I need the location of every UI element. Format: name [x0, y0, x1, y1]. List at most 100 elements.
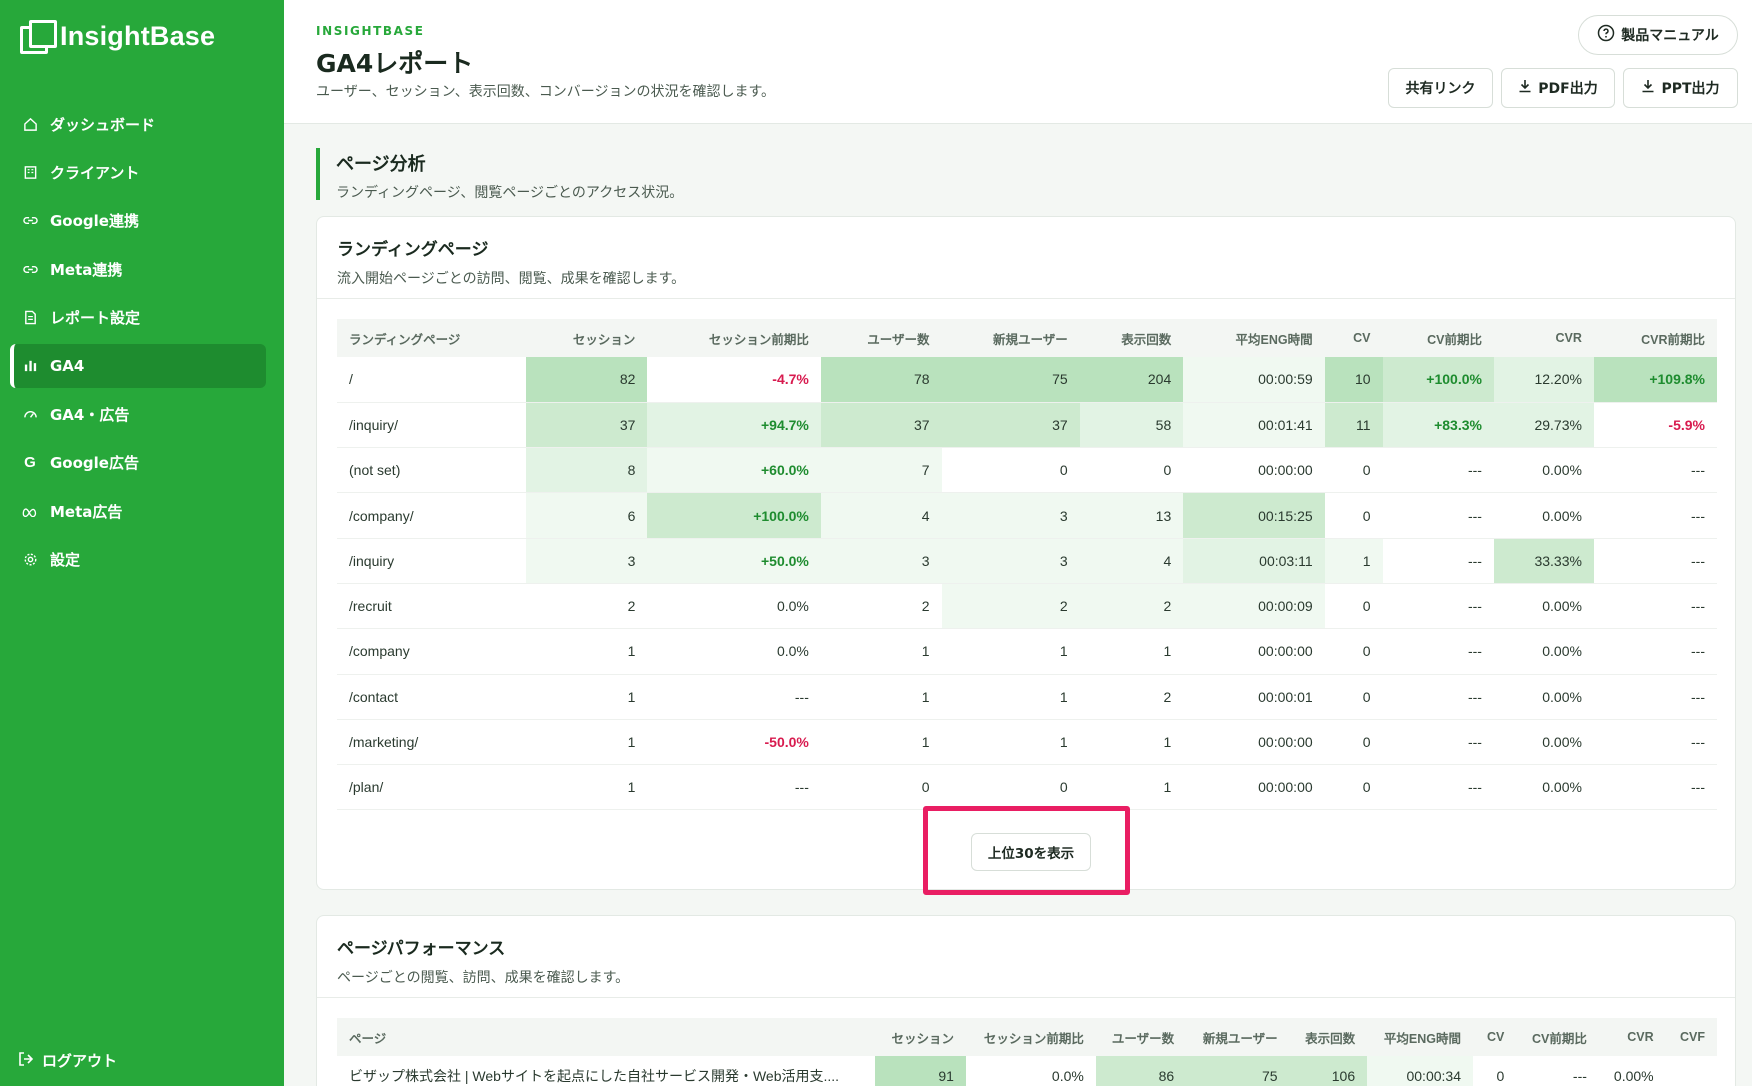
table-cell: --- [1593, 719, 1717, 766]
table-cell: 33.33% [1493, 538, 1594, 584]
table-cell: 29.73% [1493, 402, 1594, 449]
sidebar-item-8[interactable]: Meta広告 [10, 489, 266, 533]
table-cell: 1 [820, 628, 942, 675]
sidebar: InsightBase ダッシュボード クライアント Google連携 Meta連携レ… [0, 0, 284, 1086]
gear-icon [22, 552, 38, 568]
brand-label: INSIGHTBASE [316, 24, 425, 38]
table-row[interactable]: /company 1 0.0% 1 1 1 00:00:00 0 --- 0.00% --- [337, 628, 1717, 675]
page-header: INSIGHTBASE GA4レポート ユーザー、セッション、表示回数、コンバー… [284, 0, 1752, 124]
table-cell: +100.0% [647, 492, 821, 539]
card-subtitle: 流入開始ページごとの訪問、閲覧、成果を確認します。 [337, 271, 686, 287]
card-title: ページパフォーマンス [337, 939, 506, 959]
column-header[interactable]: CVF [1665, 1018, 1717, 1056]
meta-icon [22, 503, 38, 519]
table-cell: 0 [820, 764, 942, 811]
table-row[interactable]: /plan/1 --- 0 0 1 00:00:00 0 --- 0.00% --- [337, 764, 1717, 811]
column-header[interactable]: セッション [875, 1018, 966, 1056]
column-header[interactable]: セッション前期比 [965, 1018, 1096, 1056]
column-header[interactable]: CVR [1493, 319, 1594, 357]
table-cell: 0.00% [1493, 764, 1594, 811]
page-performance-card: ページパフォーマンス ページごとの閲覧、訪問、成果を確認します。 ページ セッショ… [316, 915, 1736, 1086]
ppt-export-button[interactable]: PPT出力 [1623, 68, 1738, 108]
sidebar-item-0[interactable]: ダッシュボード [10, 102, 266, 146]
column-header[interactable]: 平均ENG時間 [1183, 319, 1325, 357]
column-header[interactable]: CV [1472, 1018, 1517, 1056]
card-header: ページパフォーマンス ページごとの閲覧、訪問、成果を確認します。 [317, 916, 1735, 998]
sidebar-item-1[interactable]: クライアント [10, 150, 266, 194]
table-row[interactable]: /82 -4.7% 78 75 204 00:00:59 10 +100.0% 12.20% +1… [337, 357, 1717, 403]
table-cell: /company/ [337, 492, 527, 539]
table-cell: 00:03:11 [1183, 538, 1325, 584]
share-label: 共有リンク [1405, 81, 1476, 97]
column-header[interactable]: 表示回数 [1289, 1018, 1368, 1056]
logout-icon [18, 1051, 34, 1071]
table-cell: --- [1593, 447, 1717, 494]
column-header[interactable]: ユーザー数 [1095, 1018, 1187, 1056]
table-row[interactable]: /inquiry/37 +94.7% 37 37 58 00:01:41 11 +83.3% 2… [337, 402, 1717, 449]
table-cell: 00:15:25 [1183, 492, 1325, 539]
table-row[interactable]: /inquiry 3 +50.0% 3 3 4 00:03:11 1 --- 33.33% --- [337, 538, 1717, 584]
table-cell: 0 [1324, 719, 1383, 766]
table-cell: 0.00% [1493, 628, 1594, 675]
table-cell: 3 [941, 492, 1080, 539]
table-cell: 1 [941, 628, 1080, 675]
table-cell: 78 [820, 357, 942, 403]
table-cell: 0.0% [965, 1056, 1096, 1086]
table-cell: 58 [1079, 402, 1184, 449]
table-cell: 00:01:41 [1183, 402, 1325, 449]
table-cell: 0 [1324, 447, 1383, 494]
logo[interactable]: InsightBase [20, 20, 215, 54]
download-icon [1518, 79, 1532, 97]
sidebar-item-9[interactable]: 設定 [10, 538, 266, 582]
table-row[interactable]: ビザップ株式会社 | Webサイトを起点にした自社サービス開発・Web活用支..… [337, 1056, 1717, 1086]
table-cell: 0.00% [1493, 583, 1594, 630]
page-title: GA4レポート [316, 49, 474, 78]
sidebar-item-4[interactable]: レポート設定 [10, 296, 266, 340]
sidebar-item-7[interactable]: G Google広告 [10, 441, 266, 485]
column-header[interactable]: CV前期比 [1382, 319, 1494, 357]
table-cell: 75 [1186, 1056, 1290, 1086]
column-header[interactable]: ページ [337, 1018, 876, 1056]
column-header[interactable]: ユーザー数 [820, 319, 942, 357]
column-header[interactable]: ランディングページ [337, 319, 527, 357]
sidebar-item-6[interactable]: GA4・広告 [10, 392, 266, 436]
page-performance-table: ページ セッション セッション前期比 ユーザー数 新規ユーザー 表示回数 平均ENG時間 CV… [337, 1018, 1717, 1086]
sidebar-item-2[interactable]: Google連携 [10, 199, 266, 243]
table-cell: -50.0% [647, 719, 821, 766]
table-header-row: ページ セッション セッション前期比 ユーザー数 新規ユーザー 表示回数 平均ENG時間 CV… [337, 1018, 1717, 1056]
manual-button[interactable]: 製品マニュアル [1578, 15, 1738, 55]
logout-button[interactable]: ログアウト [18, 1050, 117, 1071]
column-header[interactable]: 新規ユーザー [1186, 1018, 1290, 1056]
column-header[interactable]: セッション [526, 319, 648, 357]
table-row[interactable]: (not set) 8 +60.0% 7 0 0 00:00:00 0 --- 0.00% --- [337, 447, 1717, 494]
table-cell: / [337, 357, 527, 403]
table-cell: 1 [1079, 764, 1184, 811]
sidebar-item-label: GA4 [50, 356, 85, 375]
table-cell: 3 [526, 538, 648, 584]
table-cell: 12.20% [1493, 357, 1594, 403]
show-top30-button[interactable]: 上位30を表示 [971, 833, 1091, 871]
column-header[interactable]: CV前期比 [1516, 1018, 1599, 1056]
table-cell: 1 [941, 719, 1080, 766]
column-header[interactable]: セッション前期比 [647, 319, 821, 357]
table-row[interactable]: /company/6 +100.0% 4 3 13 00:15:25 0 --- 0.00% --… [337, 492, 1717, 539]
table-row[interactable]: /recruit 2 0.0% 2 2 2 00:00:09 0 --- 0.00% --- [337, 583, 1717, 630]
pdf-export-button[interactable]: PDF出力 [1501, 68, 1615, 108]
card-subtitle: ページごとの閲覧、訪問、成果を確認します。 [337, 970, 630, 986]
table-row[interactable]: /contact 1 --- 1 1 2 00:00:01 0 --- 0.00% --- [337, 674, 1717, 720]
sidebar-item-3[interactable]: Meta連携 [10, 247, 266, 291]
column-header[interactable]: 表示回数 [1079, 319, 1184, 357]
table-cell: 11 [1324, 402, 1383, 449]
table-row[interactable]: /marketing/1 -50.0% 1 1 1 00:00:00 0 --- 0.00% --… [337, 719, 1717, 766]
column-header[interactable]: CVR [1598, 1018, 1666, 1056]
sidebar-item-5[interactable]: GA4 [10, 343, 266, 388]
column-header[interactable]: 平均ENG時間 [1367, 1018, 1473, 1056]
table-cell: 86 [1095, 1056, 1187, 1086]
column-header[interactable]: 新規ユーザー [941, 319, 1080, 357]
column-header[interactable]: CV [1324, 319, 1383, 357]
table-cell: 2 [941, 583, 1080, 630]
table-cell: (not set) [337, 447, 527, 494]
column-header[interactable]: CVR前期比 [1593, 319, 1717, 357]
share-link-button[interactable]: 共有リンク [1388, 68, 1493, 108]
table-cell: 1 [820, 719, 942, 766]
